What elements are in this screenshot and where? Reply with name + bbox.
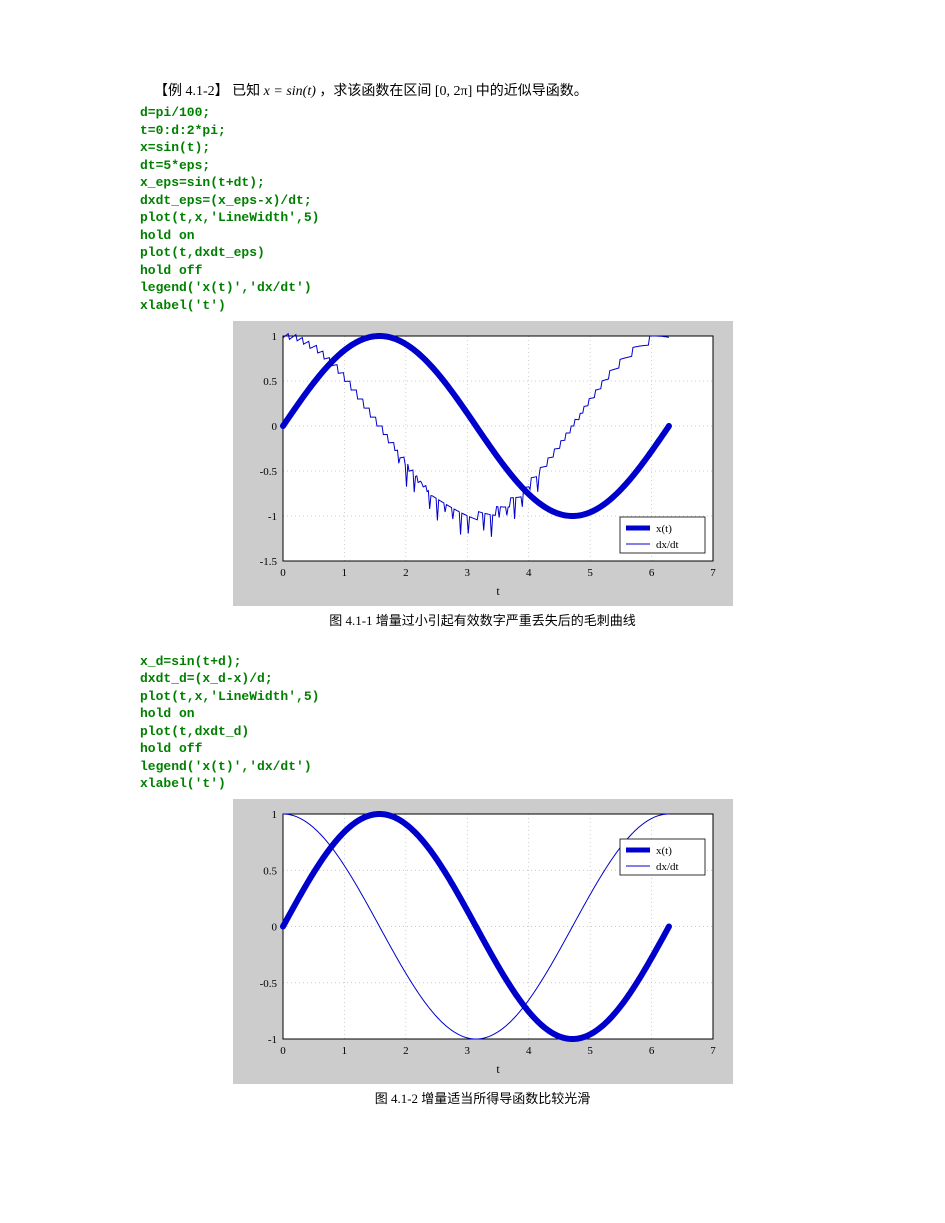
example-intro: 【例 4.1-2】 已知 x = sin(t) ，求该函数在区间 [0, 2π]… [140,80,825,100]
svg-text:t: t [496,584,500,598]
svg-text:3: 3 [464,567,470,579]
svg-text:4: 4 [525,567,531,579]
svg-text:3: 3 [464,1045,470,1057]
code-block-1: d=pi/100; t=0:d:2*pi; x=sin(t); dt=5*eps… [140,104,825,315]
svg-text:0: 0 [271,421,277,433]
svg-text:1: 1 [271,809,277,821]
svg-text:x(t): x(t) [656,845,672,857]
svg-text:7: 7 [710,1045,716,1057]
svg-text:7: 7 [710,567,716,579]
figure-1: 0 1 2 3 4 5 6 7 -1.5 -1 -0.5 0 0.5 1 t x(t) dx/dt 图 4.1-… [140,321,825,629]
svg-text:2: 2 [403,567,409,579]
chart-2-svg: 0 1 2 3 4 5 6 7 -1 -0.5 0 0.5 1 t x(t) dx/dt [233,799,733,1079]
figure-2-bg: 0 1 2 3 4 5 6 7 -1 -0.5 0 0.5 1 t x(t) dx/dt [233,799,733,1084]
intro-mid: ，求该函数在区间 [319,84,431,99]
figure-2-caption: 图 4.1-2 增量适当所得导函数比较光滑 [375,1088,591,1107]
intro-before: 已知 [232,84,260,99]
svg-text:-0.5: -0.5 [259,466,277,478]
svg-text:6: 6 [648,567,654,579]
svg-text:0: 0 [280,567,286,579]
svg-text:dx/dt: dx/dt [656,861,679,873]
svg-text:4: 4 [525,1045,531,1057]
figure-1-bg: 0 1 2 3 4 5 6 7 -1.5 -1 -0.5 0 0.5 1 t x(t) dx/dt [233,321,733,606]
intro-after: 中的近似导函数。 [476,84,588,99]
figure-2: 0 1 2 3 4 5 6 7 -1 -0.5 0 0.5 1 t x(t) dx/dt 图 4.1-2 增量… [140,799,825,1107]
svg-text:5: 5 [587,567,593,579]
svg-text:1: 1 [341,1045,347,1057]
figure-1-caption: 图 4.1-1 增量过小引起有效数字严重丢失后的毛刺曲线 [329,610,636,629]
svg-text:t: t [496,1062,500,1076]
svg-text:6: 6 [648,1045,654,1057]
svg-text:0: 0 [271,921,277,933]
svg-text:-0.5: -0.5 [259,978,277,990]
svg-text:-1.5: -1.5 [259,556,277,568]
svg-text:1: 1 [341,567,347,579]
svg-text:0.5: 0.5 [263,865,277,877]
intro-formula: x = sin(t) [264,84,316,99]
chart-1-svg: 0 1 2 3 4 5 6 7 -1.5 -1 -0.5 0 0.5 1 t x(t) dx/dt [233,321,733,601]
svg-text:-1: -1 [267,1034,276,1046]
svg-text:2: 2 [403,1045,409,1057]
svg-text:0: 0 [280,1045,286,1057]
svg-text:-1: -1 [267,511,276,523]
svg-text:0.5: 0.5 [263,376,277,388]
svg-text:1: 1 [271,331,277,343]
svg-text:5: 5 [587,1045,593,1057]
code-block-2: x_d=sin(t+d); dxdt_d=(x_d-x)/d; plot(t,x… [140,653,825,793]
svg-text:dx/dt: dx/dt [656,539,679,551]
example-label: 【例 4.1-2】 [154,84,229,99]
intro-interval: [0, 2π] [435,84,472,99]
svg-text:x(t): x(t) [656,523,672,535]
